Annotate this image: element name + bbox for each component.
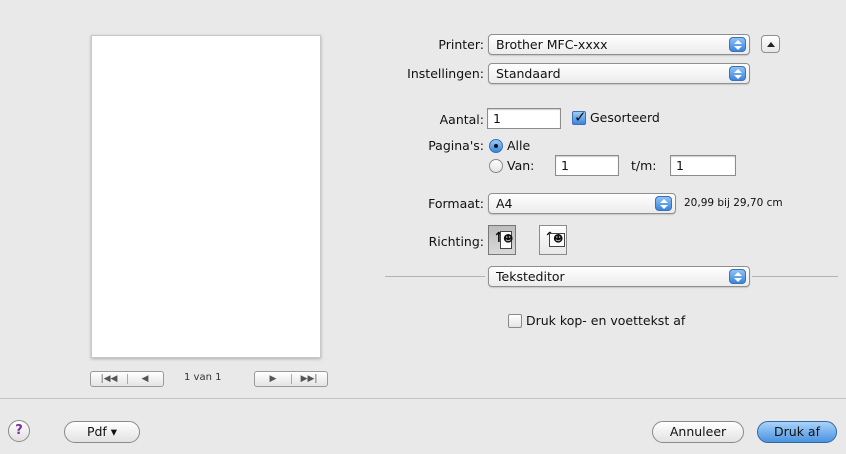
section-popup-value: Teksteditor [496, 269, 565, 284]
last-page-icon[interactable]: ▶▶| [291, 372, 327, 386]
page-indicator: 1 van 1 [184, 372, 222, 383]
format-popup[interactable]: A4 [488, 193, 676, 214]
disclosure-triangle-icon [767, 42, 775, 47]
pages-all-radio[interactable] [489, 139, 503, 153]
footer-separator [0, 398, 846, 399]
section-popup[interactable]: Teksteditor [488, 266, 750, 287]
settings-popup[interactable]: Standaard [488, 63, 750, 84]
settings-label: Instellingen: [407, 66, 484, 81]
portrait-orientation-button[interactable]: ↑ ☻ [488, 225, 516, 255]
person-icon: ☻ [553, 234, 564, 245]
format-size-text: 20,99 bij 29,70 cm [684, 197, 783, 209]
print-button[interactable]: Druk af [757, 421, 837, 443]
format-label: Formaat: [428, 196, 484, 211]
previous-page-icon[interactable]: ◀ [127, 372, 163, 386]
pdf-menu-button[interactable]: Pdf ▾ [64, 421, 140, 443]
section-separator-left [385, 276, 485, 277]
portrait-page-icon: ☻ [500, 231, 514, 249]
first-page-icon[interactable]: |◀◀ [91, 372, 127, 386]
header-footer-checkbox[interactable] [508, 314, 522, 328]
preview-nav-back: |◀◀ ◀ [90, 371, 164, 387]
section-separator-right [752, 276, 838, 277]
person-icon: ☻ [503, 234, 514, 245]
popup-stepper-icon [729, 66, 746, 81]
landscape-orientation-button[interactable]: ↑ ☻ [539, 225, 567, 255]
pages-to-label: t/m: [631, 158, 657, 173]
settings-value: Standaard [496, 66, 561, 81]
checkmark-icon: ✓ [574, 108, 587, 126]
preview-nav-forward: ▶ ▶▶| [254, 371, 328, 387]
help-button[interactable]: ? [8, 420, 30, 442]
pages-to-field[interactable]: 1 [670, 155, 736, 176]
next-page-icon[interactable]: ▶ [255, 372, 291, 386]
cancel-button[interactable]: Annuleer [652, 421, 744, 443]
header-footer-label: Druk kop- en voettekst af [526, 313, 686, 328]
printer-value: Brother MFC-xxxx [496, 37, 608, 52]
nav-divider [127, 374, 128, 384]
pages-from-label: Van: [507, 158, 535, 173]
orientation-label: Richting: [428, 234, 484, 249]
printer-popup[interactable]: Brother MFC-xxxx [488, 34, 750, 55]
popup-stepper-icon [655, 196, 672, 211]
popup-stepper-icon [729, 269, 746, 284]
help-icon: ? [15, 423, 23, 438]
nav-divider [291, 374, 292, 384]
pages-range-radio[interactable] [489, 159, 503, 173]
popup-stepper-icon [729, 37, 746, 52]
copies-field[interactable]: 1 [487, 108, 561, 129]
format-value: A4 [496, 196, 513, 211]
pages-from-field[interactable]: 1 [555, 155, 619, 176]
page-preview [91, 35, 321, 358]
pages-all-label: Alle [507, 138, 531, 153]
collate-label: Gesorteerd [590, 110, 660, 125]
printer-label: Printer: [438, 37, 484, 52]
disclosure-button[interactable] [761, 35, 780, 53]
landscape-page-icon: ☻ [549, 233, 565, 247]
pages-label: Pagina's: [428, 138, 484, 153]
collate-checkbox[interactable]: ✓ [572, 108, 587, 126]
copies-label: Aantal: [439, 112, 484, 127]
